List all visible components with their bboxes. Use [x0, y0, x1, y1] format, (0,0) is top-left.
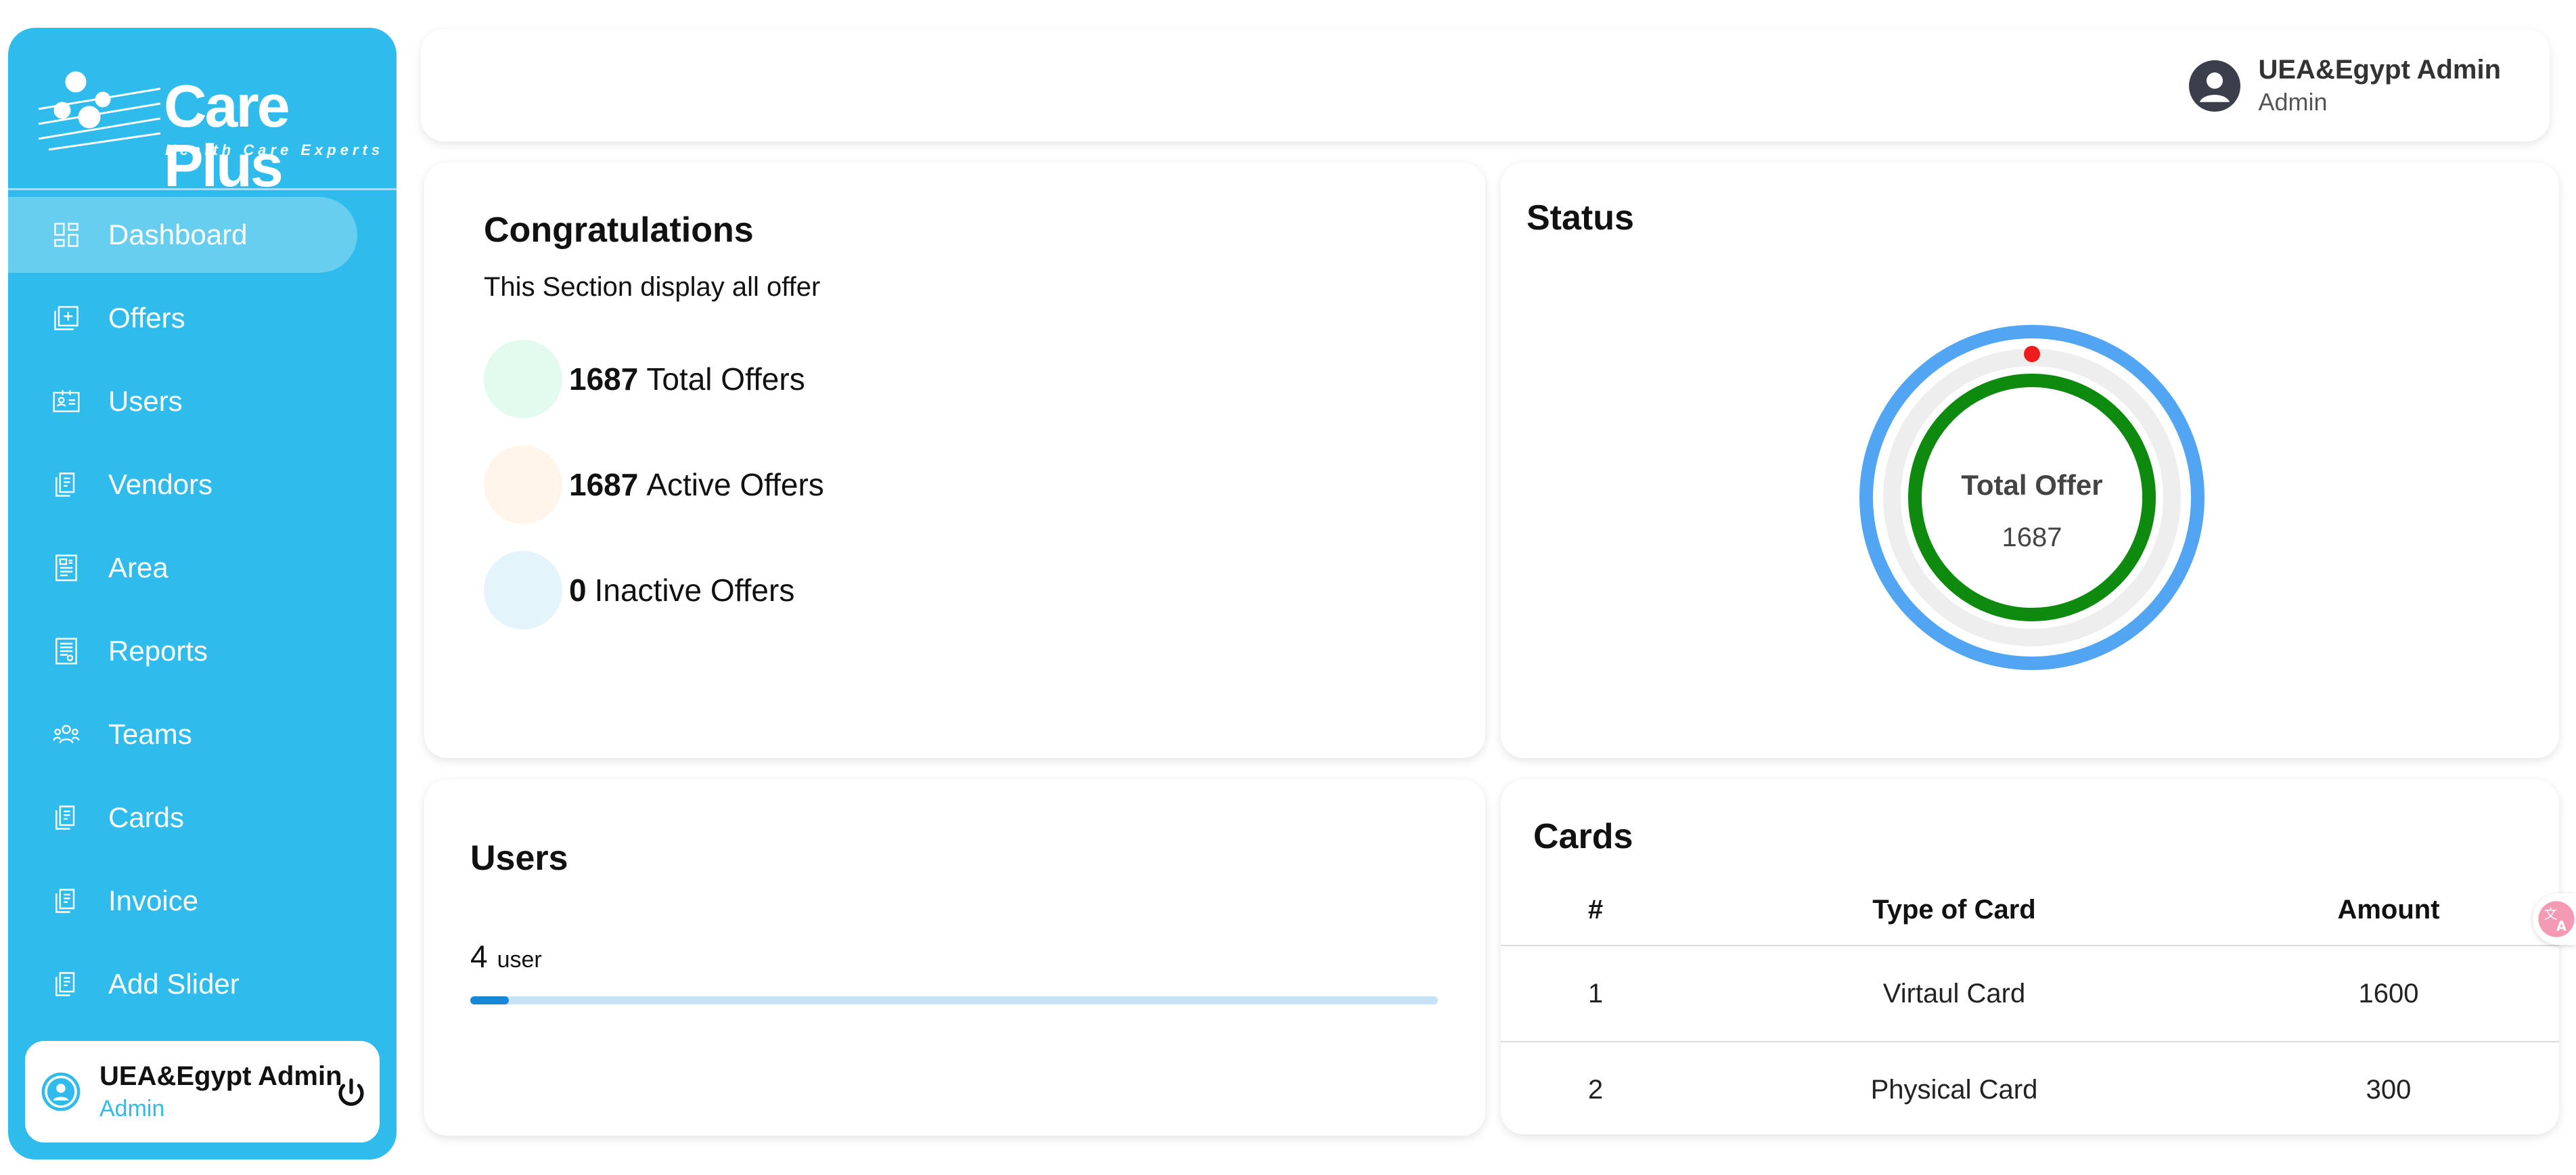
- stat-active-offers: 1687 Active Offers: [484, 445, 824, 524]
- card-title: Users: [470, 839, 568, 878]
- cell-amount: 1600: [2218, 946, 2559, 1042]
- cell-type: Physical Card: [1870, 1075, 2038, 1105]
- table-row: 1 Virtaul Card 1600: [1501, 946, 2559, 1042]
- card-subtitle: This Section display all offer: [484, 272, 821, 302]
- cell-type: Virtaul Card: [1690, 946, 2218, 1042]
- sidebar-item-dashboard[interactable]: Dashboard: [8, 197, 357, 273]
- users-count-unit: user: [497, 947, 542, 973]
- table-row: 2 Physical Card 300: [1501, 1042, 2559, 1138]
- reports-icon: [51, 636, 81, 666]
- svg-text:文: 文: [2544, 906, 2557, 922]
- logo-mark-icon: [38, 71, 161, 151]
- card-title: Status: [1527, 198, 1634, 238]
- stat-label: Total Offers: [646, 361, 805, 397]
- cards-table: # Type of Card Amount 1 Virtaul Card 160…: [1501, 874, 2559, 1138]
- vendors-icon: [51, 470, 81, 500]
- users-count-value: 4: [470, 939, 488, 974]
- donut-label: Total Offer: [1961, 469, 2103, 501]
- stat-dot: [484, 340, 562, 418]
- sidebar-user-role: Admin: [99, 1096, 165, 1122]
- brand-name: Care Plus: [164, 72, 290, 199]
- sidebar-item-cards[interactable]: Cards: [8, 780, 357, 856]
- sidebar-item-label: Reports: [108, 635, 208, 667]
- sidebar: Care Plus Health Care Experts Dashboard …: [8, 28, 397, 1159]
- translate-icon: 文 A: [2538, 901, 2575, 937]
- power-icon[interactable]: [335, 1076, 367, 1109]
- sidebar-item-label: Cards: [108, 801, 185, 833]
- avatar-icon: [41, 1072, 81, 1111]
- sidebar-user-name: UEA&Egypt Admin: [99, 1061, 342, 1091]
- donut-value: 1687: [2002, 523, 2062, 552]
- avatar-icon: [2189, 60, 2241, 112]
- stat-value: 1687: [569, 467, 639, 502]
- stat-dot: [484, 445, 562, 524]
- column-header-amount: Amount: [2218, 874, 2559, 946]
- sidebar-item-label: Offers: [108, 302, 185, 334]
- sidebar-item-label: Add Slider: [108, 968, 240, 1000]
- cell-number: 1: [1501, 946, 1690, 1042]
- logo[interactable]: Care Plus Health Care Experts: [8, 28, 397, 196]
- sidebar-item-vendors[interactable]: Vendors: [8, 447, 357, 523]
- card-title: Congratulations: [484, 210, 754, 250]
- sidebar-item-invoice[interactable]: Invoice: [8, 863, 357, 939]
- status-donut-chart: Total Offer 1687: [1856, 322, 2208, 673]
- cards-card: Cards # Type of Card Amount 1 Virtaul Ca…: [1501, 780, 2559, 1134]
- sidebar-item-offers[interactable]: Offers: [8, 280, 357, 356]
- stat-dot: [484, 551, 562, 629]
- translate-button[interactable]: 文 A: [2533, 893, 2576, 945]
- brand-tagline: Health Care Experts: [165, 141, 384, 158]
- sidebar-item-teams[interactable]: Teams: [8, 696, 357, 772]
- sidebar-item-users[interactable]: Users: [8, 363, 357, 439]
- add-slider-icon: [51, 969, 81, 999]
- invoice-icon: [51, 886, 81, 916]
- sidebar-item-area[interactable]: Area: [8, 530, 357, 606]
- cards-icon: [51, 803, 81, 833]
- sidebar-item-label: Vendors: [108, 468, 213, 500]
- stat-label: Active Offers: [646, 467, 824, 502]
- users-progress-fill: [470, 996, 510, 1004]
- users-progress-bar: [470, 996, 1438, 1004]
- teams-icon: [51, 719, 81, 749]
- users-icon: [51, 386, 81, 416]
- header-user-name: UEA&Egypt Admin: [2258, 55, 2501, 85]
- column-header-type: Type of Card: [1690, 874, 2218, 946]
- cell-number: 2: [1587, 1075, 1604, 1105]
- header-user-role: Admin: [2258, 88, 2328, 116]
- cell-amount: 300: [2366, 1075, 2412, 1105]
- stat-label: Inactive Offers: [594, 573, 795, 608]
- sidebar-item-label: Invoice: [108, 885, 199, 916]
- sidebar-item-label: Area: [108, 552, 168, 583]
- sidebar-item-label: Teams: [108, 718, 192, 750]
- users-card: Users 4 user: [424, 780, 1485, 1136]
- column-header-number: #: [1501, 874, 1690, 946]
- top-bar: UEA&Egypt Admin Admin: [421, 29, 2550, 141]
- sidebar-item-label: Dashboard: [108, 219, 248, 250]
- table-header-row: # Type of Card Amount: [1501, 874, 2559, 946]
- dashboard-icon: [51, 220, 81, 250]
- offers-summary-card: Congratulations This Section display all…: [424, 162, 1485, 758]
- area-icon: [51, 553, 81, 583]
- sidebar-nav: Dashboard Offers Users Vendors Area Repo…: [8, 197, 397, 1029]
- users-count: 4 user: [470, 938, 542, 975]
- ring-marker: [2024, 346, 2040, 362]
- stat-value: 1687: [569, 361, 639, 397]
- sidebar-user-card: UEA&Egypt Admin Admin: [25, 1041, 380, 1143]
- card-title: Cards: [1533, 817, 1633, 856]
- sidebar-item-label: Users: [108, 385, 183, 417]
- offers-icon: [51, 303, 81, 333]
- stat-inactive-offers: 0 Inactive Offers: [484, 551, 794, 629]
- status-card: Status Total Offer 1687: [1501, 162, 2559, 758]
- sidebar-item-reports[interactable]: Reports: [8, 613, 357, 689]
- svg-text:A: A: [2556, 918, 2567, 934]
- stat-value: 0: [569, 573, 587, 608]
- stat-total-offers: 1687 Total Offers: [484, 340, 805, 418]
- sidebar-item-add-slider[interactable]: Add Slider: [8, 946, 357, 1022]
- header-user[interactable]: UEA&Egypt Admin Admin: [2189, 55, 2501, 116]
